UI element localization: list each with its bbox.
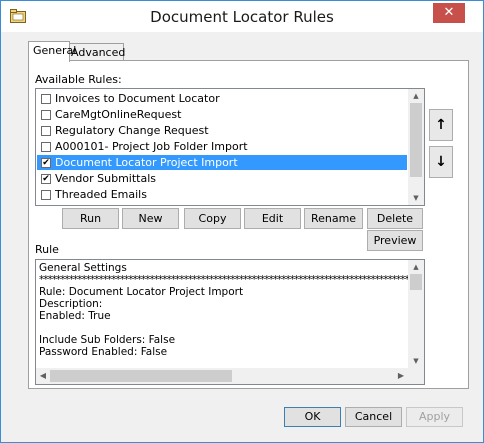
scroll-left-arrow-icon[interactable]: ◀ [36,368,50,384]
list-item-selected[interactable]: ✔ Document Locator Project Import [37,155,407,170]
arrow-down-icon: ↓ [435,154,447,170]
window-title: Document Locator Rules [150,8,334,26]
rule-text-line: Enabled: True [39,310,111,322]
scrollbar-thumb[interactable] [50,370,232,382]
close-icon: ✕ [443,5,455,20]
new-button[interactable]: New [122,208,179,229]
rule-label: Invoices to Document Locator [55,92,220,105]
list-item[interactable]: ✔ Vendor Submittals [37,171,407,186]
move-down-button[interactable]: ↓ [429,146,453,178]
move-up-button[interactable]: ↑ [429,109,453,141]
rules-list[interactable]: Invoices to Document Locator CareMgtOnli… [35,88,425,206]
list-item[interactable]: Regulatory Change Request [37,123,407,138]
rename-button[interactable]: Rename [304,208,363,229]
rule-text-line: Description: [39,298,103,310]
rule-checkbox[interactable] [41,110,51,120]
arrow-up-icon: ↑ [435,117,447,133]
rule-checkbox[interactable] [41,126,51,136]
run-button[interactable]: Run [62,208,119,229]
list-item[interactable]: Invoices to Document Locator [37,91,407,106]
rule-label-heading: Rule [35,243,59,256]
dialog-window: Document Locator Rules ✕ General Advance… [0,0,484,443]
scrollbar-corner [408,368,424,384]
scroll-right-arrow-icon[interactable]: ▶ [394,368,408,384]
rule-label: Regulatory Change Request [55,124,209,137]
apply-button[interactable]: Apply [406,407,463,427]
copy-button[interactable]: Copy [184,208,241,229]
scrollbar-thumb[interactable] [410,274,422,290]
title-bar[interactable]: Document Locator Rules ✕ [1,1,483,32]
rule-label: Document Locator Project Import [55,156,238,169]
scroll-down-arrow-icon[interactable]: ▼ [408,354,424,368]
ok-button[interactable]: OK [284,407,341,427]
edit-button[interactable]: Edit [244,208,301,229]
rule-label: CareMgtOnlineRequest [55,108,182,121]
rule-checkbox-checked[interactable]: ✔ [41,174,51,184]
list-item[interactable]: CareMgtOnlineRequest [37,107,407,122]
scroll-down-arrow-icon[interactable]: ▼ [408,191,424,205]
rule-text-line: Include Sub Folders: False [39,334,176,346]
rule-text-vscrollbar[interactable]: ▲ ▼ [408,260,424,368]
rule-checkbox[interactable] [41,142,51,152]
rule-text-line: Rule: Document Locator Project Import [39,286,244,298]
rule-text-hscrollbar[interactable]: ◀ ▶ [36,368,408,384]
rule-label: A000101- Project Job Folder Import [55,140,248,153]
rule-text-line: Password Enabled: False [39,346,168,358]
scroll-up-arrow-icon[interactable]: ▲ [408,89,424,103]
delete-button[interactable]: Delete [367,208,423,229]
close-button[interactable]: ✕ [433,3,465,23]
scrollbar-thumb[interactable] [410,103,422,177]
scroll-up-arrow-icon[interactable]: ▲ [408,260,424,274]
rule-checkbox-checked[interactable]: ✔ [41,158,51,168]
rule-checkbox[interactable] [41,190,51,200]
tab-general[interactable]: General [28,41,76,62]
rule-checkbox[interactable] [41,94,51,104]
rule-text-line: ****************************************… [39,274,425,286]
cancel-button[interactable]: Cancel [345,407,402,427]
general-tab-panel: Available Rules: Invoices to Document Lo… [28,60,469,389]
rules-list-scrollbar[interactable]: ▲ ▼ [408,89,424,205]
preview-button[interactable]: Preview [367,230,423,251]
rule-label: Vendor Submittals [55,172,157,185]
rule-text-line: General Settings [39,262,127,274]
available-rules-label: Available Rules: [35,73,122,86]
list-item[interactable]: Threaded Emails [37,187,407,202]
list-item[interactable]: A000101- Project Job Folder Import [37,139,407,154]
rule-label: Threaded Emails [55,188,147,201]
rule-details-textbox[interactable]: General Settings ***********************… [35,259,425,385]
